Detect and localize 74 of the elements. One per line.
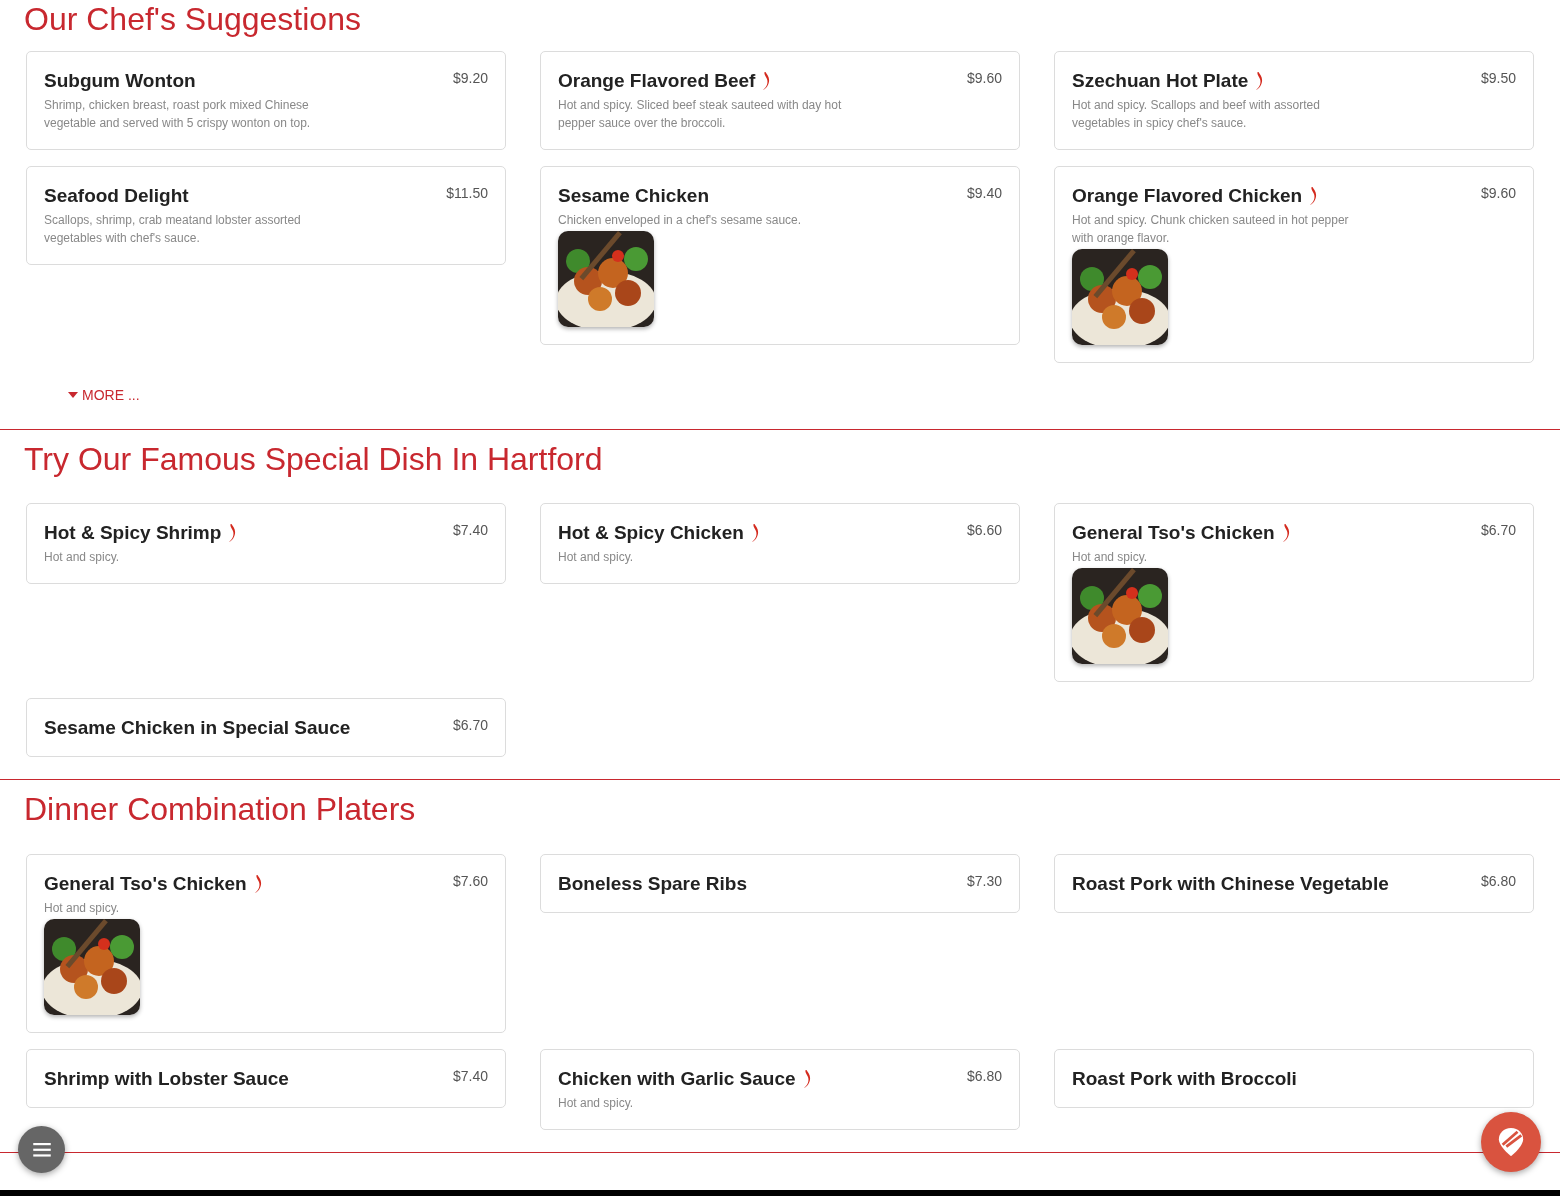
dish-price: $9.50 xyxy=(1480,70,1516,87)
dish-description: Chicken enveloped in a chef's sesame sauce. xyxy=(558,212,803,230)
dish-name: Hot & Spicy Shrimp xyxy=(44,522,222,545)
dish-price: $7.60 xyxy=(452,872,488,889)
menu-item-card[interactable]: Szechuan Hot Plate $9.50 Hot and spicy. Scallops and beef with assorted vegetables in spicy chef's sauce. xyxy=(1054,51,1534,151)
menu-item-card[interactable]: Sesame Chicken $9.40 Chicken enveloped in a chef's sesame sauce. xyxy=(540,166,1020,346)
dish-name: Shrimp with Lobster Sauce xyxy=(44,1067,289,1090)
dish-price: $6.60 xyxy=(966,522,1002,539)
dish-name: General Tso's Chicken xyxy=(1072,522,1275,545)
dish-price: $7.30 xyxy=(966,872,1002,889)
dish-name: Boneless Spare Ribs xyxy=(558,872,748,895)
dish-price: $6.80 xyxy=(1480,872,1516,889)
menu-item-card[interactable]: Sesame Chicken in Special Sauce $6.70 xyxy=(26,698,506,758)
chili-pepper-icon xyxy=(227,523,237,544)
menu-item-card[interactable]: Boneless Spare Ribs $7.30 xyxy=(540,853,1020,913)
dish-description: Scallops, shrimp, crab meatand lobster assorted vegetables with chef's sauce. xyxy=(44,212,302,248)
menu-item-card[interactable]: Orange Flavored Chicken $9.60 Hot and spicy. Chunk chicken sauteed in hot pepper with orange flavor. xyxy=(1054,166,1534,364)
chili-pepper-icon xyxy=(801,1068,811,1089)
dish-name: Sesame Chicken in Special Sauce xyxy=(44,717,351,740)
dish-price: $9.40 xyxy=(966,185,1002,202)
menu-item-card[interactable]: General Tso's Chicken $6.70 Hot and spicy. xyxy=(1054,503,1534,683)
more-button[interactable]: MORE ... xyxy=(66,383,142,408)
dish-price: $11.50 xyxy=(446,185,488,202)
menu-button[interactable] xyxy=(18,1126,65,1173)
menu-item-card[interactable]: General Tso's Chicken $7.60 Hot and spicy. xyxy=(26,853,506,1033)
dish-description: Hot and spicy. Sliced beef steak sauteed with day hot pepper sauce over the broccoli. xyxy=(558,97,843,133)
dish-name: Seafood Delight xyxy=(44,185,189,208)
menu-item-card[interactable]: Chicken with Garlic Sauce $6.80 Hot and spicy. xyxy=(540,1048,1020,1130)
dish-name: Orange Flavored Beef xyxy=(558,70,756,93)
chili-pepper-icon xyxy=(252,873,262,894)
dish-name: Sesame Chicken xyxy=(558,185,710,208)
chili-pepper-icon xyxy=(761,71,771,92)
section-heading: Our Chef's Suggestions xyxy=(24,0,362,39)
dish-description: Hot and spicy. Chunk chicken sauteed in hot pepper with orange flavor. xyxy=(1072,212,1350,248)
dish-description: Hot and spicy. Scallops and beef with assorted vegetables in spicy chef's sauce. xyxy=(1072,97,1321,133)
dish-name: Roast Pork with Chinese Vegetable xyxy=(1072,872,1389,895)
dish-name: General Tso's Chicken xyxy=(44,872,247,895)
dish-price: $6.70 xyxy=(452,717,488,734)
dish-price: $7.40 xyxy=(452,522,488,539)
dish-description: Hot and spicy. xyxy=(558,549,635,567)
dish-description: Hot and spicy. xyxy=(1072,549,1149,567)
dish-price: $6.70 xyxy=(1480,522,1516,539)
menu-item-card[interactable]: Hot & Spicy Shrimp $7.40 Hot and spicy. xyxy=(26,503,506,585)
menu-item-card[interactable]: Shrimp with Lobster Sauce $7.40 xyxy=(26,1048,506,1108)
chili-pepper-icon xyxy=(1254,71,1264,92)
dish-description: Shrimp, chicken breast, roast pork mixed Chinese vegetable and served with 5 crispy wonton on top. xyxy=(44,97,312,133)
dish-price: $7.40 xyxy=(452,1067,488,1084)
menu-item-card[interactable]: Subgum Wonton $9.20 Shrimp, chicken breast, roast pork mixed Chinese vegetable and served with 5 crispy wonton on top. xyxy=(26,51,506,151)
menu-item-card[interactable]: Seafood Delight $11.50 Scallops, shrimp, crab meatand lobster assorted vegetables with chef's sauce. xyxy=(26,166,506,266)
dish-name: Hot & Spicy Chicken xyxy=(558,522,744,545)
menu-item-card[interactable]: Roast Pork with Chinese Vegetable $6.80 xyxy=(1054,853,1534,913)
order-button[interactable] xyxy=(1481,1112,1541,1172)
chili-pepper-icon xyxy=(1308,186,1318,207)
dish-price: $9.60 xyxy=(1480,185,1516,202)
dish-name: Szechuan Hot Plate xyxy=(1072,70,1249,93)
menu-item-card[interactable]: Orange Flavored Beef $9.60 Hot and spicy. Sliced beef steak sauteed with day hot pepper sauce over the broccoli. xyxy=(540,51,1020,151)
dish-name: Orange Flavored Chicken xyxy=(1072,185,1303,208)
dish-name: Chicken with Garlic Sauce xyxy=(558,1067,796,1090)
caret-icon xyxy=(68,392,78,399)
dish-description: Hot and spicy. xyxy=(44,899,121,917)
dish-description: Hot and spicy. xyxy=(558,1094,635,1112)
dish-price: $6.80 xyxy=(966,1067,1002,1084)
menu-icon xyxy=(32,1142,51,1157)
dish-name: Subgum Wonton xyxy=(44,70,196,93)
dish-description: Hot and spicy. xyxy=(44,549,121,567)
dish-price: $9.60 xyxy=(966,70,1002,87)
dish-name: Roast Pork with Broccoli xyxy=(1072,1067,1297,1090)
section-heading: Dinner Combination Platers xyxy=(24,790,417,830)
chili-pepper-icon xyxy=(1280,523,1290,544)
dish-price: $9.20 xyxy=(452,70,488,87)
section-heading: Try Our Famous Special Dish In Hartford xyxy=(24,440,604,480)
chili-pepper-icon xyxy=(749,523,759,544)
menu-item-card[interactable]: Hot & Spicy Chicken $6.60 Hot and spicy. xyxy=(540,503,1020,585)
menu-item-card[interactable]: Roast Pork with Broccoli xyxy=(1054,1048,1534,1108)
